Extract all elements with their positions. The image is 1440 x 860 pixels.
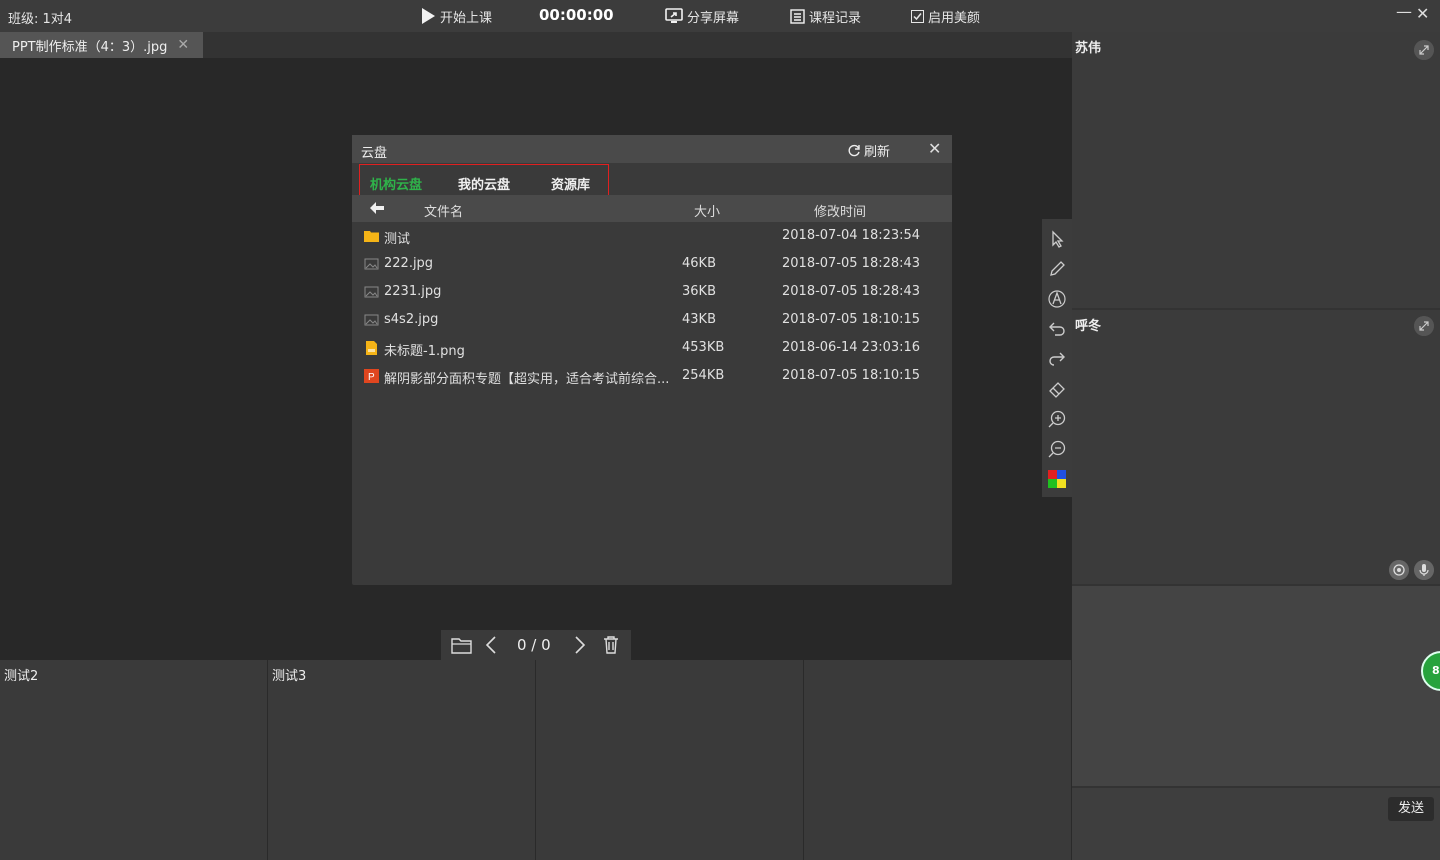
refresh-icon xyxy=(848,144,860,156)
zoom-in-icon[interactable] xyxy=(1047,409,1067,429)
next-page-icon[interactable] xyxy=(574,636,586,654)
send-button[interactable]: 发送 xyxy=(1388,797,1434,821)
drive-tabs: 机构云盘 我的云盘 资源库 xyxy=(359,164,609,198)
right-panel: 苏伟 呼冬 发送 xyxy=(1072,32,1440,860)
ppt-file-icon: P xyxy=(364,369,379,383)
tab-my-cloud[interactable]: 我的云盘 xyxy=(458,174,510,193)
refresh-button[interactable]: 刷新 xyxy=(847,141,890,160)
color-palette-icon[interactable] xyxy=(1047,469,1067,489)
student-video-tile[interactable]: 测试3 xyxy=(268,660,536,860)
share-screen-button[interactable]: 分享屏幕 xyxy=(665,6,739,26)
checkbox-checked-icon xyxy=(911,9,924,23)
file-table-header: 文件名 大小 修改时间 xyxy=(352,195,952,222)
page-count: 0 / 0 xyxy=(517,636,551,654)
tab-org-cloud[interactable]: 机构云盘 xyxy=(370,174,422,193)
folder-open-icon[interactable] xyxy=(451,636,473,654)
class-timer: 00:00:00 xyxy=(539,6,614,24)
zoom-out-icon[interactable] xyxy=(1047,439,1067,459)
dialog-header: 云盘 刷新 ✕ xyxy=(352,135,952,163)
chat-input[interactable] xyxy=(1072,788,1440,860)
image-file-icon xyxy=(364,258,379,270)
column-size[interactable]: 大小 xyxy=(694,201,720,220)
play-icon xyxy=(422,8,435,24)
image-file-icon xyxy=(364,314,379,326)
expand-icon[interactable] xyxy=(1414,40,1434,60)
dialog-title: 云盘 xyxy=(361,146,388,161)
file-row[interactable]: 测试 2018-07-04 18:23:54 xyxy=(352,222,952,250)
pointer-icon[interactable] xyxy=(1047,229,1067,249)
file-row[interactable]: 2231.jpg 36KB 2018-07-05 18:28:43 xyxy=(352,278,952,306)
close-tab-icon[interactable]: ✕ xyxy=(177,37,189,53)
whiteboard-toolbar xyxy=(1042,219,1072,497)
beauty-checkbox[interactable]: 启用美颜 xyxy=(911,6,980,26)
png-file-icon xyxy=(366,341,377,355)
file-row[interactable]: s4s2.jpg 43KB 2018-07-05 18:10:15 xyxy=(352,306,952,334)
file-row[interactable]: P 解阴影部分面积专题【超实用，适合考试前综合... 254KB 2018-07… xyxy=(352,362,952,390)
document-tabstrip: PPT制作标准（4：3）.jpg ✕ xyxy=(0,32,1072,58)
close-window-button[interactable]: ✕ xyxy=(1416,4,1429,23)
folder-icon xyxy=(364,231,379,242)
teacher-video[interactable]: 苏伟 xyxy=(1072,32,1440,308)
expand-icon[interactable] xyxy=(1414,316,1434,336)
back-arrow-icon[interactable] xyxy=(368,199,386,217)
microphone-icon[interactable] xyxy=(1414,560,1434,580)
page-navigator: 0 / 0 xyxy=(441,630,631,660)
file-list: 测试 2018-07-04 18:23:54 222.jpg 46KB 2018… xyxy=(352,222,952,390)
image-file-icon xyxy=(364,286,379,298)
list-icon xyxy=(790,8,805,24)
column-filename[interactable]: 文件名 xyxy=(424,201,463,220)
chat-messages xyxy=(1072,586,1440,786)
document-tab[interactable]: PPT制作标准（4：3）.jpg ✕ xyxy=(0,32,203,58)
svg-text:P: P xyxy=(368,372,375,383)
top-bar: 班级: 1对4 开始上课 00:00:00 分享屏幕 课程记录 启用美颜 — ✕ xyxy=(0,0,1440,32)
cloud-drive-dialog: 云盘 刷新 ✕ 机构云盘 我的云盘 资源库 文件名 大小 修改时间 测试 201… xyxy=(352,135,952,585)
undo-icon[interactable] xyxy=(1047,319,1067,339)
column-modified[interactable]: 修改时间 xyxy=(814,201,866,220)
dialog-close-button[interactable]: ✕ xyxy=(928,139,941,158)
text-tool-icon[interactable] xyxy=(1047,289,1067,309)
course-record-button[interactable]: 课程记录 xyxy=(790,6,861,26)
file-row[interactable]: 222.jpg 46KB 2018-07-05 18:28:43 xyxy=(352,250,952,278)
file-row[interactable]: 未标题-1.png 453KB 2018-06-14 23:03:16 xyxy=(352,334,952,362)
student-video-tile[interactable] xyxy=(804,660,1072,860)
start-class-button[interactable]: 开始上课 xyxy=(420,6,492,26)
tab-resource-library[interactable]: 资源库 xyxy=(551,174,590,193)
eraser-icon[interactable] xyxy=(1047,379,1067,399)
class-label: 班级: 1对4 xyxy=(8,12,73,27)
share-screen-icon xyxy=(665,8,683,23)
student-video-tile[interactable] xyxy=(536,660,804,860)
redo-icon[interactable] xyxy=(1047,349,1067,369)
prev-page-icon[interactable] xyxy=(485,636,497,654)
student-video-tile[interactable]: 测试2 xyxy=(0,660,268,860)
pen-icon[interactable] xyxy=(1047,259,1067,279)
camera-icon[interactable] xyxy=(1389,560,1409,580)
trash-icon[interactable] xyxy=(602,635,620,655)
minimize-button[interactable]: — xyxy=(1396,2,1412,21)
student-video[interactable]: 呼冬 xyxy=(1072,310,1440,584)
